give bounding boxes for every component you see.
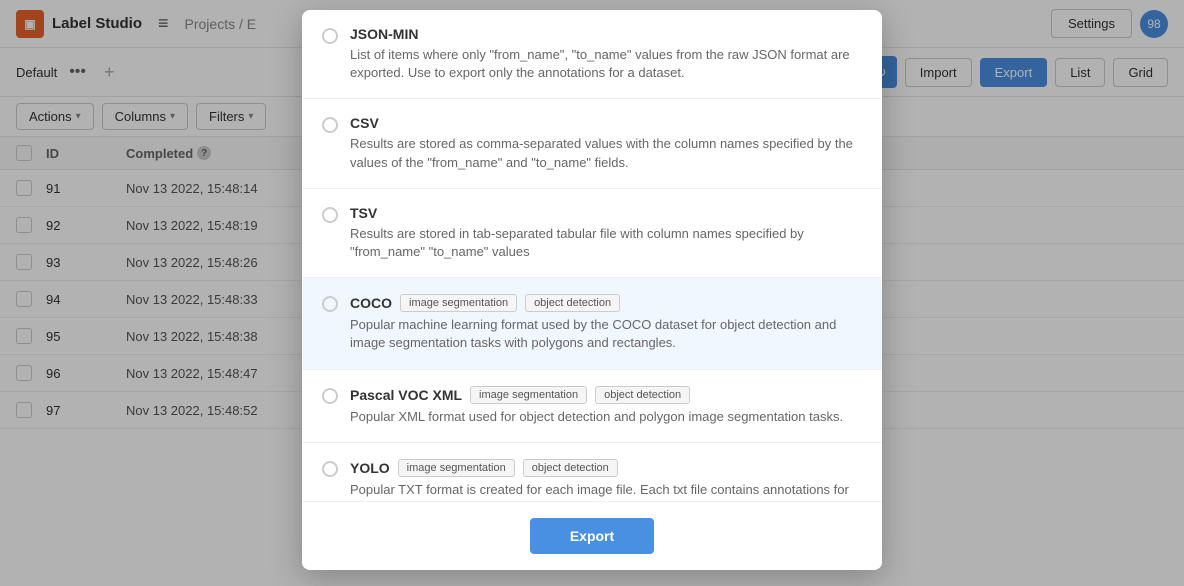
modal-scroll-area: JSON-MIN List of items where only "from_… <box>302 10 882 570</box>
format-tag: object detection <box>523 459 618 477</box>
format-tag: object detection <box>595 386 690 404</box>
format-tag: image segmentation <box>398 459 515 477</box>
format-name-yolo: YOLO <box>350 460 390 476</box>
modal-export-button[interactable]: Export <box>530 518 654 554</box>
export-modal: JSON-MIN List of items where only "from_… <box>302 10 882 570</box>
format-name-tsv: TSV <box>350 205 377 221</box>
format-tag: image segmentation <box>400 294 517 312</box>
format-item-csv[interactable]: CSV Results are stored as comma-separate… <box>302 99 882 188</box>
format-desc-pascal-voc: Popular XML format used for object detec… <box>350 408 862 426</box>
format-desc-json-min: List of items where only "from_name", "t… <box>350 46 862 82</box>
format-name-json-min: JSON-MIN <box>350 26 418 42</box>
format-item-coco[interactable]: COCO image segmentationobject detection … <box>302 278 882 369</box>
format-title-row-json-min: JSON-MIN <box>350 26 862 42</box>
format-desc-csv: Results are stored as comma-separated va… <box>350 135 862 171</box>
format-title-row-coco: COCO image segmentation object detection <box>350 294 862 312</box>
format-title-row-tsv: TSV <box>350 205 862 221</box>
format-radio-json-min[interactable] <box>322 28 338 44</box>
format-item-json-min[interactable]: JSON-MIN List of items where only "from_… <box>302 10 882 99</box>
format-list: JSON-MIN List of items where only "from_… <box>302 10 882 570</box>
format-content-pascal-voc: Pascal VOC XML image segmentation object … <box>350 386 862 426</box>
modal-footer: Export <box>302 501 882 570</box>
format-content-coco: COCO image segmentationobject detection … <box>350 294 862 352</box>
format-radio-tsv[interactable] <box>322 207 338 223</box>
format-name-pascal-voc: Pascal VOC XML <box>350 387 462 403</box>
format-item-pascal-voc[interactable]: Pascal VOC XML image segmentation object … <box>302 370 882 443</box>
format-item-tsv[interactable]: TSV Results are stored in tab-separated … <box>302 189 882 278</box>
format-title-row-yolo: YOLO image segmentation object detection <box>350 459 862 477</box>
app-background: ▣ Label Studio ≡ Projects / E Settings 9… <box>0 0 1184 586</box>
format-radio-pascal-voc[interactable] <box>322 388 338 404</box>
format-content-tsv: TSV Results are stored in tab-separated … <box>350 205 862 261</box>
format-radio-coco[interactable] <box>322 296 338 312</box>
format-tag: image segmentation <box>470 386 587 404</box>
format-content-csv: CSV Results are stored as comma-separate… <box>350 115 862 171</box>
format-name-csv: CSV <box>350 115 379 131</box>
format-content-json-min: JSON-MIN List of items where only "from_… <box>350 26 862 82</box>
format-radio-yolo[interactable] <box>322 461 338 477</box>
format-desc-tsv: Results are stored in tab-separated tabu… <box>350 225 862 261</box>
format-title-row-csv: CSV <box>350 115 862 131</box>
format-desc-coco: Popular machine learning format used by … <box>350 316 862 352</box>
format-radio-csv[interactable] <box>322 117 338 133</box>
format-name-coco: COCO <box>350 295 392 311</box>
modal-overlay: JSON-MIN List of items where only "from_… <box>0 0 1184 586</box>
format-tag: object detection <box>525 294 620 312</box>
format-title-row-pascal-voc: Pascal VOC XML image segmentation object … <box>350 386 862 404</box>
